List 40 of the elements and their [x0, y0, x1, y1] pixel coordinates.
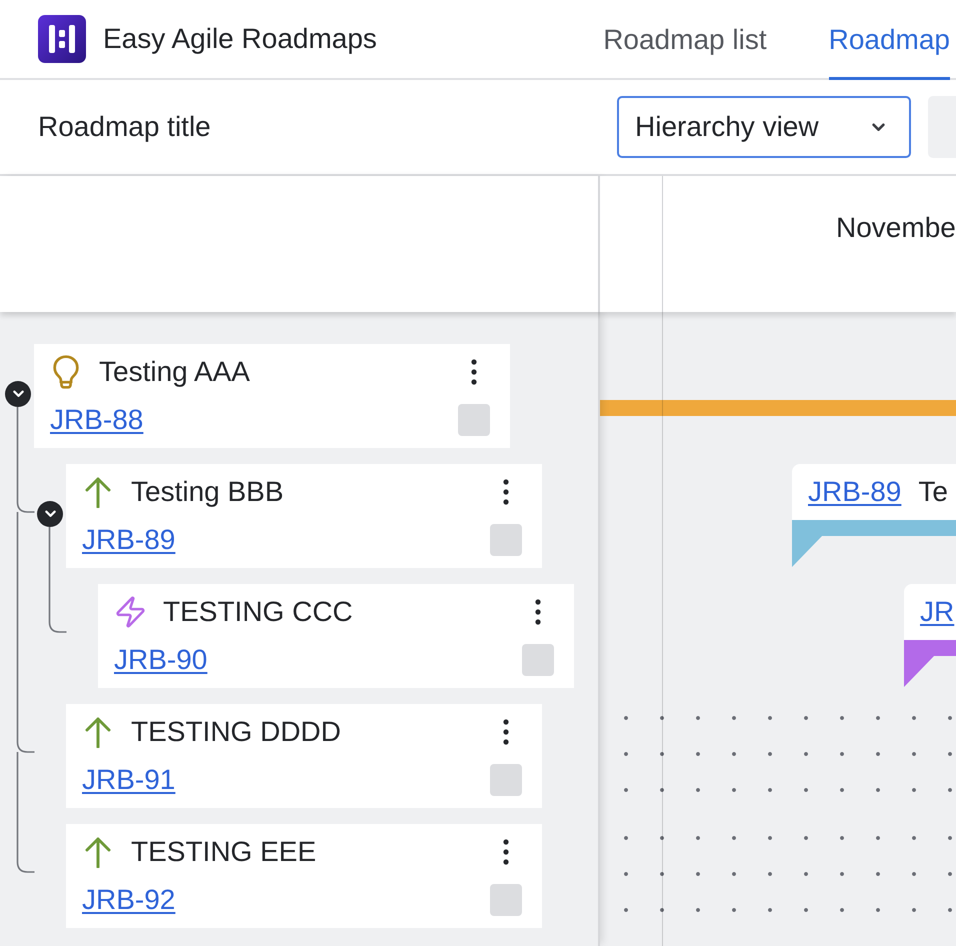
roadmap-title: Roadmap title: [38, 110, 211, 144]
vertical-dots-icon: [503, 719, 509, 745]
avatar-placeholder-icon: [458, 404, 490, 436]
chevron-down-icon: [44, 510, 56, 518]
avatar-placeholder-icon: [522, 644, 554, 676]
issue-key-link[interactable]: JRB-90: [114, 644, 208, 676]
vertical-dots-icon: [503, 479, 509, 505]
timeline-card-title: Te: [918, 476, 948, 508]
expand-toggle[interactable]: [5, 381, 31, 407]
app-name: Easy Agile Roadmaps: [103, 22, 377, 56]
issue-title: TESTING CCC: [163, 595, 353, 629]
avatar-placeholder-icon: [490, 524, 522, 556]
vertical-dots-icon: [503, 839, 509, 865]
issue-title: Testing BBB: [131, 475, 284, 509]
issue-key-link[interactable]: JRB-89: [82, 524, 176, 556]
expand-toggle[interactable]: [37, 501, 63, 527]
up-arrow-icon: [85, 716, 111, 748]
avatar-placeholder-icon: [490, 764, 522, 796]
view-select[interactable]: Hierarchy view: [617, 96, 911, 158]
nav-tab[interactable]: Roadmap list: [603, 0, 767, 80]
issue-key-link[interactable]: JRB-92: [82, 884, 176, 916]
month-label: Novembe: [835, 211, 956, 245]
chevron-down-icon: [12, 390, 24, 398]
issue-title: TESTING DDDD: [131, 715, 341, 749]
avatar-placeholder-icon: [490, 884, 522, 916]
issue-key-link[interactable]: JRB-89: [808, 476, 902, 508]
lightning-icon: [116, 596, 144, 628]
up-arrow-icon: [85, 836, 111, 868]
issue-key-link[interactable]: JRB-91: [82, 764, 176, 796]
chevron-down-icon: [872, 122, 885, 132]
issue-title: TESTING EEE: [131, 835, 316, 869]
issue-key-link[interactable]: JR: [920, 596, 954, 628]
up-arrow-icon: [85, 476, 111, 508]
issue-key-link[interactable]: JRB-88: [50, 404, 144, 436]
lightbulb-icon: [52, 355, 80, 389]
vertical-dots-icon: [535, 599, 541, 625]
nav-tab[interactable]: Roadmap: [828, 0, 950, 80]
app-logo-icon: [38, 15, 86, 63]
vertical-dots-icon: [471, 359, 477, 385]
issue-title: Testing AAA: [99, 355, 250, 389]
